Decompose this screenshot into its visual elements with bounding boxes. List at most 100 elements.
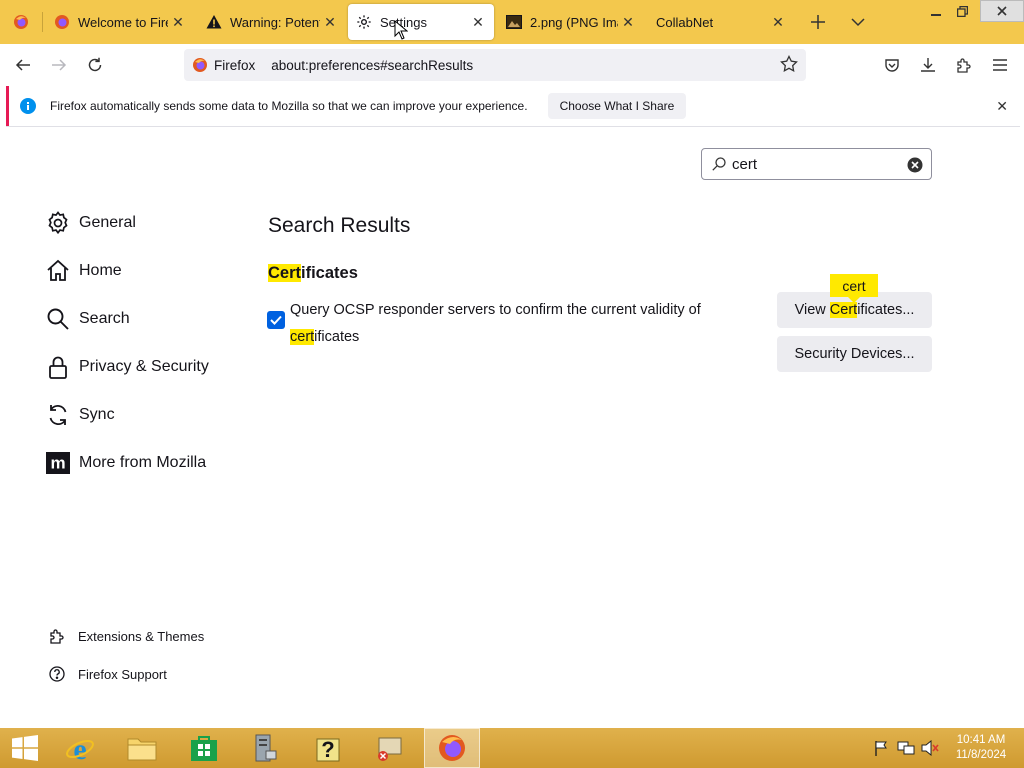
firefox-window: Welcome to Firefox ✕ Warning: Potential … (0, 0, 1024, 768)
hamburger-menu-icon (993, 59, 1007, 71)
puzzle-icon (957, 58, 971, 73)
url-bar[interactable]: Firefox about:preferences#searchResults (184, 49, 806, 81)
minimize-icon (931, 14, 941, 16)
tab-welcome[interactable]: Welcome to Firefox ✕ (46, 4, 194, 40)
url-input[interactable]: about:preferences#searchResults (271, 58, 473, 73)
image-icon (506, 14, 522, 30)
windows-taskbar: e ? 10:41 AM 11/8/2024 (0, 728, 1024, 768)
search-value: cert (732, 155, 758, 173)
warning-icon (206, 14, 222, 30)
close-tab-icon[interactable]: ✕ (168, 12, 188, 32)
tab-label: 2.png (PNG Image) (530, 14, 618, 30)
sidebar-item-label: General (79, 214, 136, 231)
volume-muted-icon[interactable] (921, 739, 939, 761)
checkmark-icon (270, 315, 282, 325)
taskbar-file-explorer[interactable] (114, 728, 170, 768)
taskbar-help[interactable]: ? (300, 728, 356, 768)
firefox-support-link[interactable]: Firefox Support (48, 665, 167, 683)
tab-collabnet[interactable]: CollabNet ✕ (648, 4, 794, 40)
section-title-certificates: Certificates (268, 264, 358, 283)
app-menu-button[interactable] (985, 51, 1015, 79)
network-icon[interactable] (897, 740, 915, 761)
list-all-tabs-button[interactable] (844, 8, 872, 36)
sidebar-item-home[interactable]: Home (46, 259, 122, 283)
downloads-button[interactable] (913, 51, 943, 79)
firefox-view-button[interactable] (4, 6, 38, 38)
windows-logo-icon (12, 735, 38, 761)
sidebar-item-general[interactable]: General (46, 211, 136, 235)
tab-warning[interactable]: Warning: Potential Security Risk Ahead ✕ (198, 4, 346, 40)
gear-icon (356, 14, 372, 30)
sidebar-item-label: Home (79, 262, 122, 279)
network-error-icon (378, 737, 402, 761)
search-tooltip: cert (830, 274, 878, 303)
mozilla-icon: m (46, 451, 70, 475)
tab-label: CollabNet (656, 14, 714, 30)
clock-time: 10:41 AM (956, 734, 1006, 746)
btn-label-rest: ificates... (857, 302, 915, 318)
close-tab-icon[interactable]: ✕ (768, 12, 788, 32)
restore-button[interactable] (946, 0, 978, 22)
close-tab-icon[interactable]: ✕ (468, 12, 488, 32)
taskbar-network-app[interactable] (362, 728, 418, 768)
system-clock[interactable]: 10:41 AM 11/8/2024 (950, 733, 1012, 763)
tab-settings[interactable]: Settings ✕ (348, 4, 494, 40)
preferences-search-input[interactable]: cert (701, 148, 932, 180)
taskbar-server-manager[interactable] (236, 728, 292, 768)
chevron-down-icon (851, 18, 865, 27)
puzzle-icon (48, 627, 66, 645)
bookmark-star-icon[interactable] (780, 55, 798, 78)
arrow-right-icon (52, 59, 67, 71)
sidebar-item-label: More from Mozilla (79, 454, 207, 471)
extensions-themes-link[interactable]: Extensions & Themes (48, 627, 204, 645)
sidebar-item-privacy[interactable]: Privacy & Security (46, 355, 209, 379)
sidebar-item-sync[interactable]: Sync (46, 403, 115, 427)
pocket-button[interactable] (877, 51, 907, 79)
sidebar-item-search[interactable]: Search (46, 307, 130, 331)
tab-image[interactable]: 2.png (PNG Image) ✕ (498, 4, 644, 40)
home-icon (46, 259, 70, 283)
sidebar-item-more-from-mozilla[interactable]: m More from Mozilla (46, 451, 206, 475)
mouse-cursor-icon (394, 20, 408, 40)
extensions-button[interactable] (949, 51, 979, 79)
identity-box[interactable]: Firefox (184, 49, 263, 81)
lock-icon (46, 355, 70, 379)
firefox-icon (54, 14, 70, 30)
sidebar-item-label: Search (79, 310, 130, 327)
flag-icon[interactable] (873, 740, 889, 761)
back-button[interactable] (8, 51, 38, 79)
security-devices-button[interactable]: Security Devices... (777, 336, 932, 372)
ocsp-checkbox-label[interactable]: Query OCSP responder servers to confirm … (290, 297, 730, 351)
close-icon[interactable]: ✕ (996, 98, 1008, 115)
sidebar-item-label: Privacy & Security (79, 358, 209, 375)
search-highlight: cert (290, 329, 315, 345)
pocket-icon (885, 59, 899, 72)
clock-date: 11/8/2024 (955, 749, 1007, 761)
start-button[interactable] (0, 728, 50, 768)
close-window-button[interactable] (980, 0, 1024, 22)
close-tab-icon[interactable]: ✕ (618, 12, 638, 32)
server-icon (255, 734, 277, 762)
choose-what-i-share-button[interactable]: Choose What I Share (547, 93, 687, 119)
search-highlight: Cert (268, 264, 302, 282)
navigation-toolbar: Firefox about:preferences#searchResults (0, 44, 1024, 86)
help-icon: ? (316, 737, 340, 762)
close-tab-icon[interactable]: ✕ (320, 12, 340, 32)
firefox-icon (14, 15, 28, 29)
tab-label: Warning: Potential Security Risk Ahead (230, 14, 320, 30)
clear-search-icon[interactable] (907, 157, 923, 173)
new-tab-button[interactable] (804, 8, 832, 36)
section-title-rest: ificates (301, 264, 358, 282)
tab-label: Welcome to Firefox (78, 14, 168, 30)
taskbar-firefox[interactable] (424, 728, 480, 768)
taskbar-internet-explorer[interactable]: e (52, 728, 108, 768)
store-icon (191, 736, 217, 761)
taskbar-store[interactable] (176, 728, 232, 768)
reload-button[interactable] (80, 51, 110, 79)
info-icon (20, 98, 36, 114)
ocsp-checkbox[interactable] (267, 311, 285, 329)
download-icon (921, 58, 935, 72)
forward-button[interactable] (44, 51, 74, 79)
page-title: Search Results (268, 214, 411, 237)
search-icon (46, 307, 70, 331)
